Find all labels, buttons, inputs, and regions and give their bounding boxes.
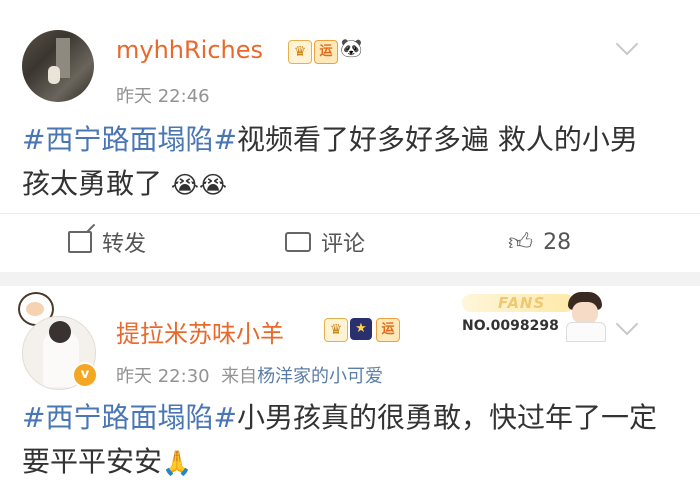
repost-icon	[68, 231, 92, 253]
repost-label: 转发	[102, 232, 147, 257]
portrait-face	[572, 302, 598, 324]
fans-number: NO.0098298	[462, 318, 559, 334]
crying-emoji-icon: 😭😭	[170, 171, 228, 199]
sticker-face	[26, 302, 44, 316]
comment-label: 评论	[321, 232, 366, 257]
fans-card-portrait	[562, 290, 608, 342]
yun-badge-icon[interactable]: 运	[376, 318, 400, 342]
username[interactable]: 提拉米苏味小羊	[116, 314, 284, 349]
chevron-down-icon[interactable]	[615, 32, 639, 56]
hashtag-link[interactable]: #西宁路面塌陷#	[22, 123, 237, 156]
divider	[0, 213, 700, 214]
like-count: 28	[543, 229, 572, 255]
portrait-body	[566, 322, 606, 342]
post-time: 昨天 22:46	[116, 86, 210, 107]
weibo-post-1: myhhRiches ♛ 运 🐼 昨天 22:46 #西宁路面塌陷#视频看了好多…	[0, 0, 700, 272]
fans-label: FANS	[498, 294, 546, 312]
source-link[interactable]: 杨洋家的小可爱	[257, 366, 383, 387]
post-content: #西宁路面塌陷#视频看了好多好多遍 救人的小男孩太勇敢了 😭😭	[22, 118, 662, 207]
username[interactable]: myhhRiches	[116, 36, 263, 64]
repost-button[interactable]: 转发	[68, 218, 146, 266]
post-time: 昨天 22:30	[116, 366, 210, 387]
fans-card[interactable]: FANS NO.0098298	[462, 290, 612, 344]
crown-badge-icon[interactable]: ♛	[288, 40, 312, 64]
post-separator	[0, 272, 700, 286]
thumbs-up-icon: 👍︎	[508, 227, 534, 256]
verified-v-icon: v	[72, 362, 98, 388]
comment-button[interactable]: 评论	[285, 218, 365, 266]
source-prefix: 来自	[221, 366, 258, 387]
avatar-photo-head	[49, 321, 71, 343]
star-badge-icon[interactable]: ★	[350, 318, 372, 340]
post-content: #西宁路面塌陷#小男孩真的很勇敢，快过年了一定要平平安安🙏	[22, 396, 662, 485]
hashtag-link[interactable]: #西宁路面塌陷#	[22, 401, 237, 434]
action-bar: 转发 评论 👍︎ 28	[0, 218, 700, 266]
post-meta: 昨天 22:30 来自杨洋家的小可爱	[116, 362, 383, 388]
comment-icon	[285, 226, 311, 252]
chevron-down-icon[interactable]	[615, 312, 639, 336]
like-button[interactable]: 👍︎ 28	[508, 218, 571, 266]
crown-badge-icon[interactable]: ♛	[324, 318, 348, 342]
yun-badge-icon[interactable]: 运	[314, 40, 338, 64]
avatar-photo-figure	[48, 66, 60, 84]
panda-badge-icon[interactable]: 🐼	[340, 38, 362, 60]
user-avatar[interactable]	[22, 30, 94, 102]
praying-hands-emoji-icon: 🙏	[162, 449, 192, 477]
